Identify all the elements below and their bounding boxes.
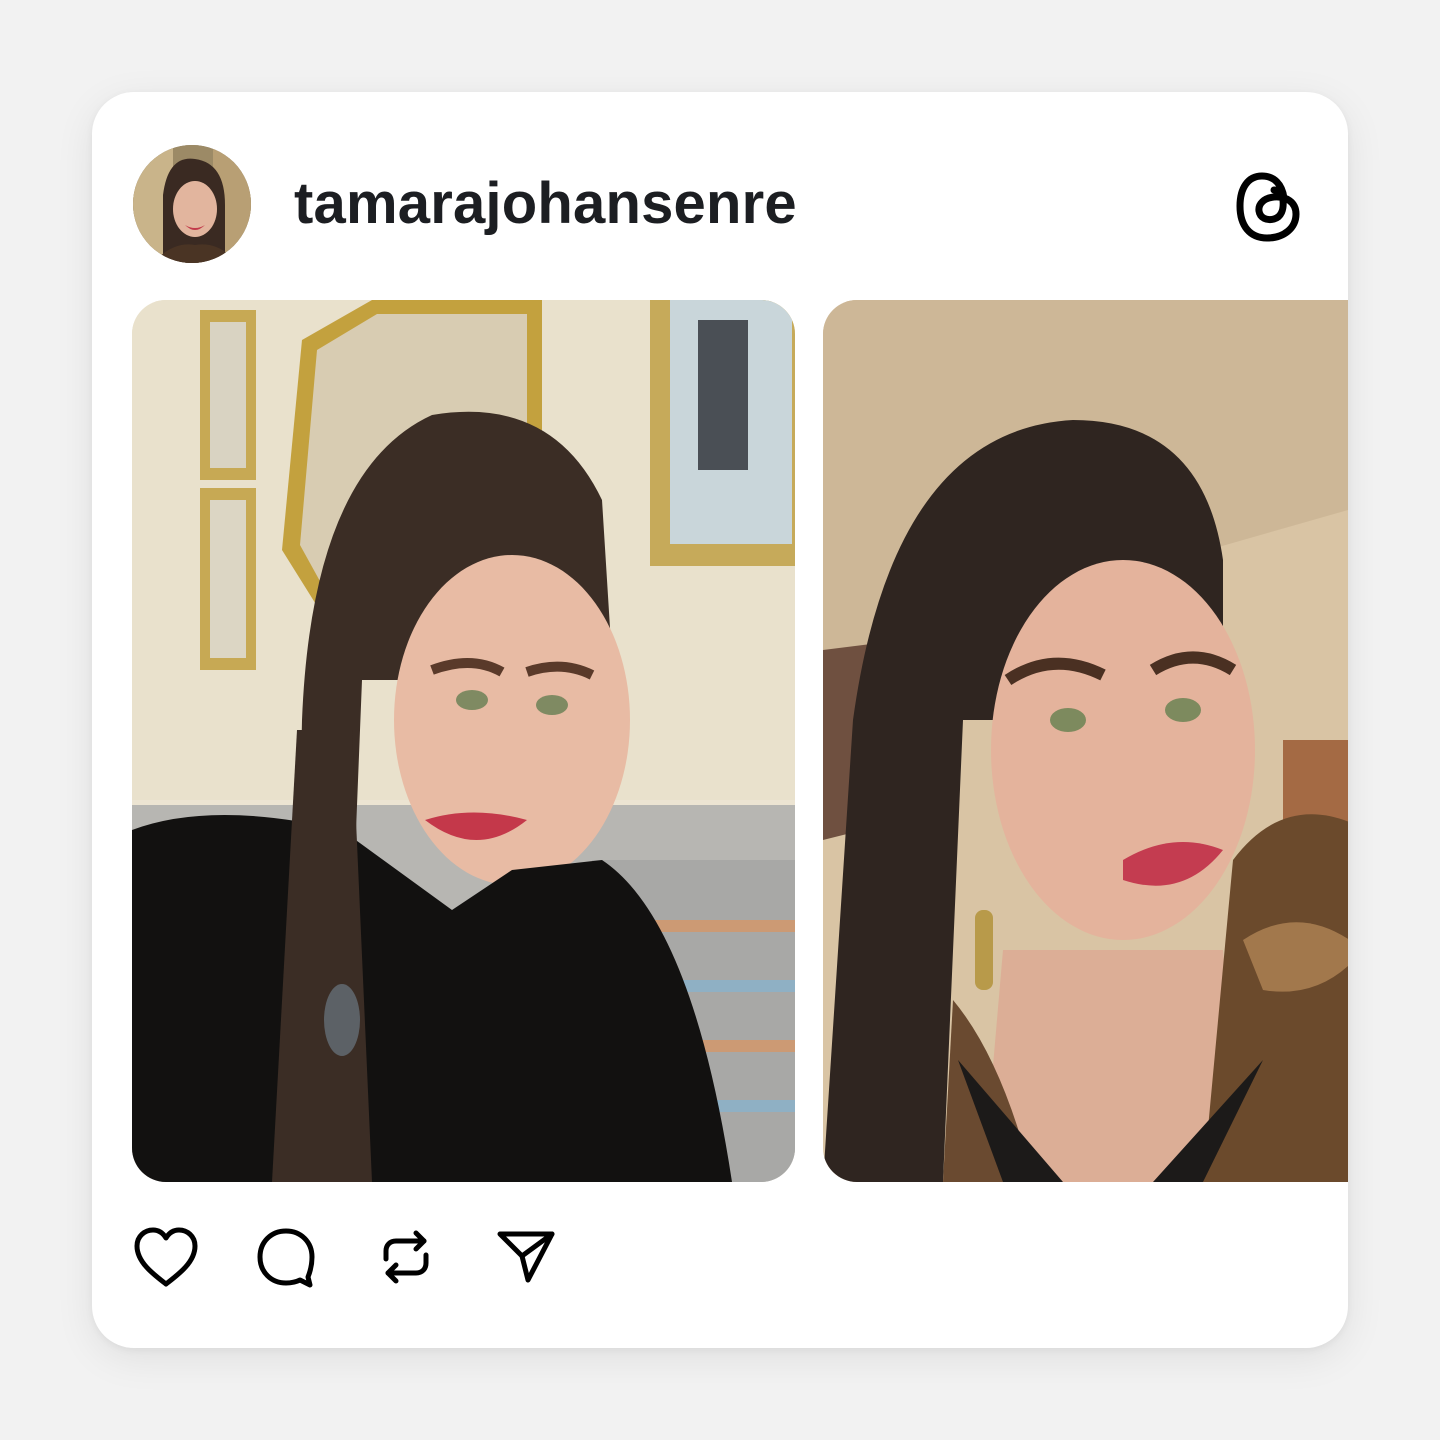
username[interactable]: tamarajohansenre (294, 172, 797, 236)
heart-icon (134, 1227, 198, 1287)
post-actions (132, 1222, 612, 1292)
avatar-image (133, 145, 251, 263)
post-image-1[interactable] (132, 300, 795, 1182)
like-button[interactable] (132, 1223, 200, 1291)
post-image-2[interactable] (823, 300, 1348, 1182)
post-header: tamarajohansenre (92, 92, 1348, 292)
repost-button[interactable] (372, 1223, 440, 1291)
send-icon (497, 1231, 555, 1283)
threads-post-card: tamarajohansenre (92, 92, 1348, 1348)
repost-icon (383, 1230, 429, 1284)
share-button[interactable] (492, 1223, 560, 1291)
threads-logo-icon[interactable] (1234, 168, 1302, 244)
image-gallery[interactable] (132, 300, 1348, 1182)
comment-icon (257, 1228, 315, 1288)
reply-button[interactable] (252, 1223, 320, 1291)
avatar[interactable] (133, 145, 251, 263)
